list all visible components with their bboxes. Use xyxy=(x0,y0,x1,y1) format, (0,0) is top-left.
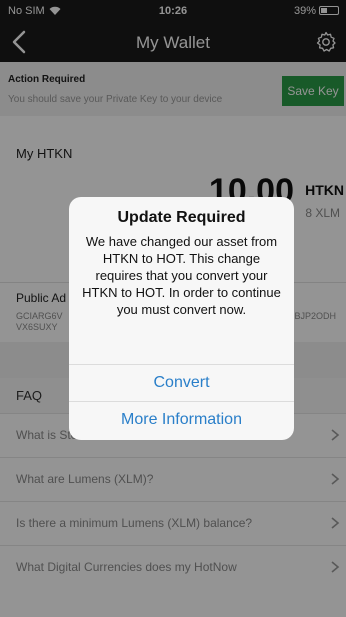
dialog-title: Update Required xyxy=(117,209,246,226)
update-required-dialog: Update Required We have changed our asse… xyxy=(69,197,294,440)
dialog-message: We have changed our asset from HTKN to H… xyxy=(82,234,281,317)
phone-screen: No SIM 10:26 39% My Wallet Action Requir… xyxy=(0,0,346,617)
more-information-button[interactable]: More Information xyxy=(69,402,294,438)
convert-button[interactable]: Convert xyxy=(69,365,294,401)
